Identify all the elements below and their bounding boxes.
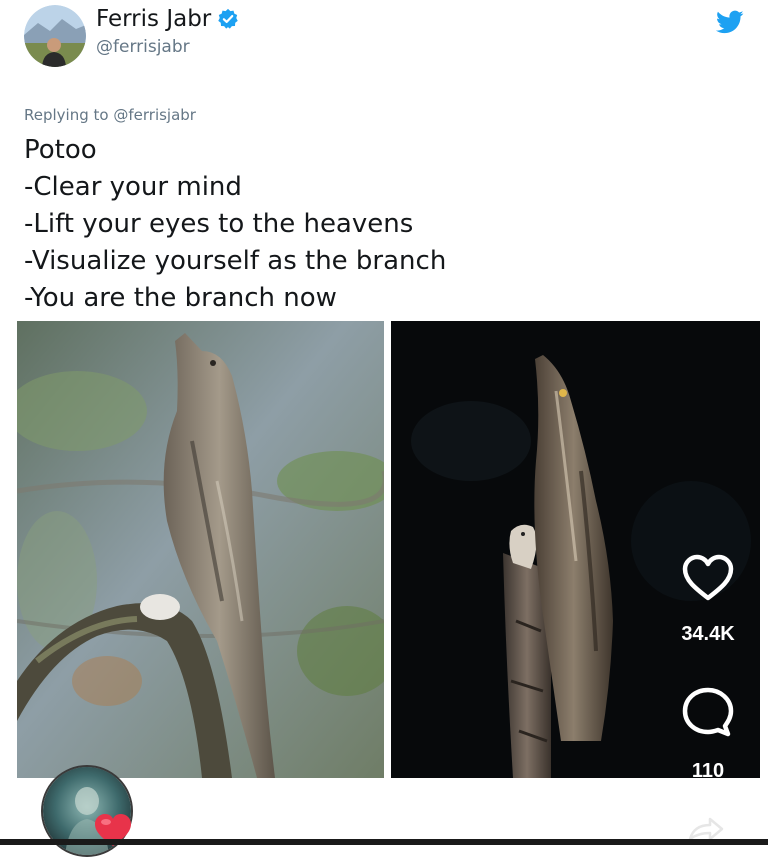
heart-outline-icon[interactable] xyxy=(681,553,735,603)
avatar-image xyxy=(24,5,86,67)
share-icon[interactable] xyxy=(684,817,724,841)
verified-badge-icon xyxy=(218,8,238,29)
author-name-row[interactable]: Ferris Jabr xyxy=(96,6,239,32)
tweet-line: -Visualize yourself as the branch xyxy=(24,246,447,276)
tweet-line: -You are the branch now xyxy=(24,283,337,313)
tweet-line: -Lift your eyes to the heavens xyxy=(24,209,414,239)
author-avatar[interactable] xyxy=(24,5,86,67)
comment-count: 110 xyxy=(691,760,725,782)
author-handle[interactable]: @ferrisjabr xyxy=(96,37,190,57)
comment-bubble-icon[interactable] xyxy=(680,685,736,737)
like-count: 34.4K xyxy=(681,623,735,645)
potoo-branch-illustration xyxy=(17,321,384,778)
replying-prefix: Replying to xyxy=(24,106,109,124)
tweet-line: -Clear your mind xyxy=(24,172,242,202)
author-name[interactable]: Ferris Jabr xyxy=(96,6,211,32)
tweet-text: Potoo -Clear your mind -Lift your eyes t… xyxy=(24,132,446,317)
tweet-line: Potoo xyxy=(24,135,97,165)
twitter-bird-icon[interactable] xyxy=(716,8,744,36)
replying-to: Replying to @ferrisjabr xyxy=(24,106,196,124)
potoo-on-branch-photo[interactable] xyxy=(17,321,384,778)
bottom-bar xyxy=(0,839,768,845)
replying-handle-link[interactable]: @ferrisjabr xyxy=(113,106,196,124)
